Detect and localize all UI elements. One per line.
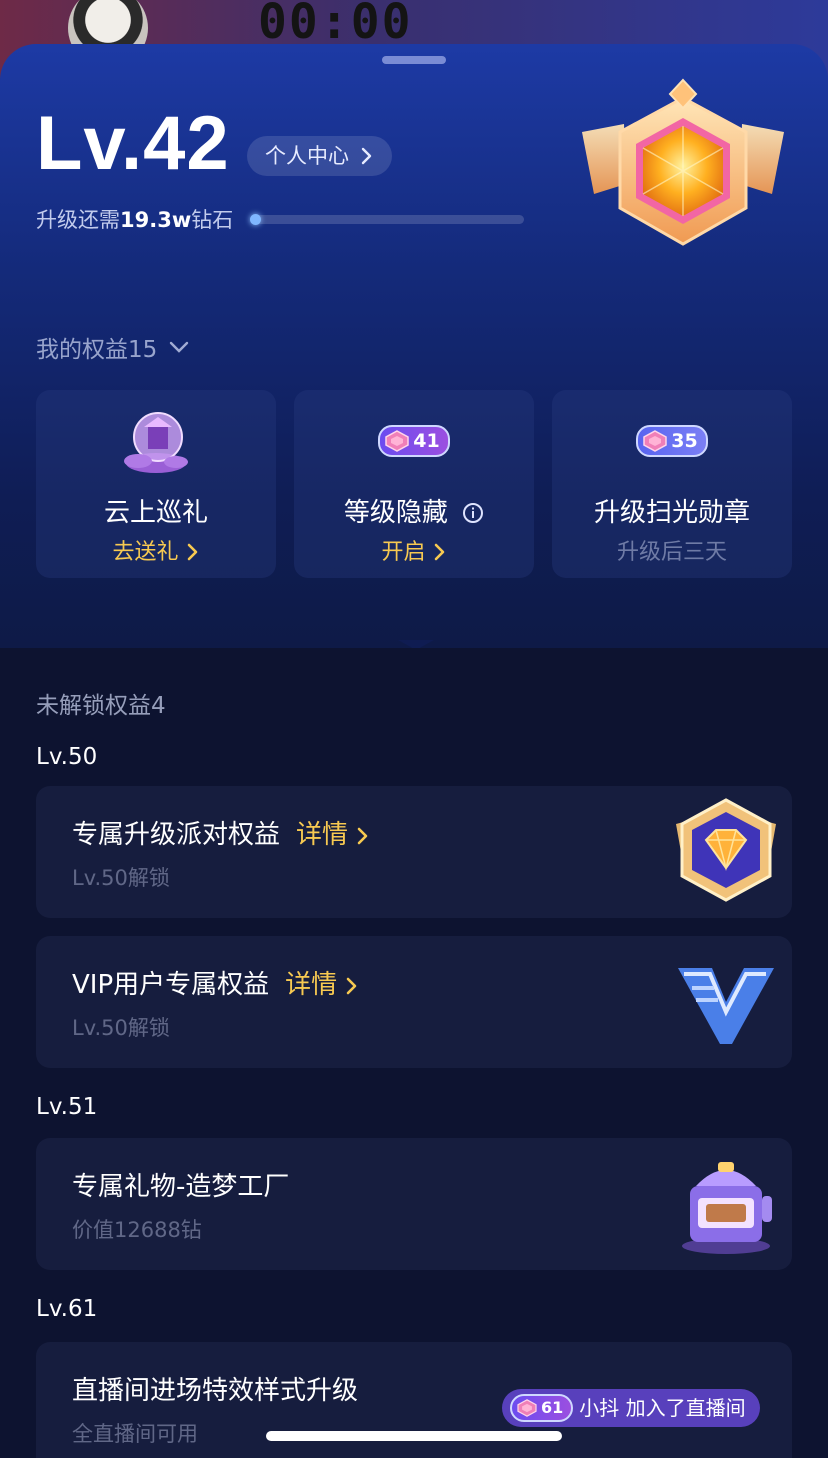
unlock-requirement: Lv.50解锁 — [72, 1016, 170, 1040]
benefit-title-text: 等级隐藏 — [343, 498, 448, 528]
locked-benefits-label: 未解锁权益4 — [36, 693, 166, 719]
personal-center-label: 个人中心 — [265, 144, 349, 168]
level-pill-number: 35 — [671, 430, 698, 452]
details-label: 详情 — [296, 820, 349, 850]
level-group-heading: Lv.51 — [36, 1094, 98, 1120]
live-timer: 00:00 — [258, 0, 413, 50]
benefit-duration: 升级后三天 — [616, 540, 727, 565]
gift-value: 价值12688钻 — [72, 1218, 202, 1242]
details-link[interactable]: 详情 — [296, 820, 370, 850]
send-gift-link[interactable]: 去送礼 — [36, 534, 276, 566]
diamond-badge-icon — [676, 798, 776, 902]
join-notification-toast: 61 小抖 加入了直播间 — [502, 1389, 760, 1427]
benefit-card-cloud-tour[interactable]: 云上巡礼 去送礼 — [36, 390, 276, 578]
level-progress-fill — [250, 214, 261, 225]
locked-benefit-vip[interactable]: VIP用户专属权益 详情 Lv.50解锁 — [36, 936, 792, 1068]
level-badge-icon — [582, 78, 784, 246]
level-pill-35: 35 — [636, 425, 708, 457]
current-level: Lv.42 — [36, 101, 230, 186]
chevron-down-icon — [169, 341, 188, 353]
level-progress-bar — [250, 214, 524, 225]
benefit-action-label: 去送礼 — [112, 540, 179, 565]
level-group-heading: Lv.50 — [36, 744, 98, 770]
benefit-card-shine-medal[interactable]: 35 升级扫光勋章 升级后三天 — [552, 390, 792, 578]
locked-benefit-title: 专属礼物-造梦工厂 — [72, 1172, 290, 1202]
gem-icon — [517, 1399, 537, 1417]
locked-benefit-title: VIP用户专属权益 详情 — [72, 964, 359, 1001]
chevron-right-icon — [187, 543, 197, 561]
details-label: 详情 — [285, 970, 338, 1000]
locked-benefits-section: 未解锁权益4 Lv.50 专属升级派对权益 详情 Lv.50解锁 VIP用户专属… — [0, 648, 828, 1458]
join-message: 小抖 加入了直播间 — [579, 1396, 746, 1420]
locked-benefit-party[interactable]: 专属升级派对权益 详情 Lv.50解锁 — [36, 786, 792, 918]
locked-benefit-title-text: 专属升级派对权益 — [72, 820, 281, 850]
details-link[interactable]: 详情 — [285, 970, 359, 1000]
upgrade-amount: 19.3w — [120, 208, 192, 232]
enable-hide-level-link[interactable]: 开启 — [294, 534, 534, 566]
benefit-title: 等级隐藏 — [294, 492, 534, 529]
chevron-right-icon — [347, 977, 357, 995]
vip-v-icon — [678, 968, 774, 1044]
locked-benefit-dream-factory[interactable]: 专属礼物-造梦工厂 价值12688钻 — [36, 1138, 792, 1270]
viewer-level-pill: 61 — [510, 1394, 574, 1422]
sheet-drag-handle[interactable] — [382, 56, 446, 64]
availability-note: 全直播间可用 — [72, 1422, 198, 1446]
unlock-requirement: Lv.50解锁 — [72, 866, 170, 890]
locked-benefit-title: 直播间进场特效样式升级 — [72, 1376, 359, 1406]
locked-benefit-title-text: VIP用户专属权益 — [72, 970, 270, 1000]
benefit-title: 升级扫光勋章 — [593, 498, 750, 528]
level-group-heading: Lv.61 — [36, 1296, 98, 1322]
home-indicator[interactable] — [266, 1431, 562, 1441]
upgrade-prefix: 升级还需 — [36, 208, 120, 232]
upgrade-suffix: 钻石 — [191, 208, 234, 232]
level-pill-container: 41 — [294, 408, 534, 474]
gem-icon — [385, 430, 410, 452]
chevron-right-icon — [361, 147, 371, 165]
benefit-action-label: 开启 — [381, 540, 426, 565]
my-benefits-label: 我的权益15 — [36, 337, 158, 363]
personal-center-button[interactable]: 个人中心 — [247, 136, 392, 176]
screen: 00:00 Lv.42 个人中心 升级还需19.3w钻石 我的权益15 云上巡礼… — [0, 0, 828, 1458]
upgrade-requirement: 升级还需19.3w钻石 — [36, 204, 233, 234]
level-pill-container: 35 — [552, 408, 792, 474]
info-icon[interactable] — [462, 502, 484, 524]
level-sheet: Lv.42 个人中心 升级还需19.3w钻石 我的权益15 云上巡礼 去送礼 4… — [0, 44, 828, 1458]
benefit-title: 云上巡礼 — [103, 498, 208, 528]
my-benefits-toggle[interactable]: 我的权益15 — [36, 330, 189, 364]
locked-benefit-title: 专属升级派对权益 详情 — [72, 814, 370, 851]
dream-factory-icon — [682, 1162, 772, 1254]
cloud-palace-icon — [36, 408, 276, 474]
chevron-right-icon — [434, 543, 444, 561]
level-pill-41: 41 — [378, 425, 450, 457]
level-pill-number: 41 — [413, 430, 440, 452]
viewer-level-number: 61 — [541, 1398, 564, 1417]
benefit-card-hide-level[interactable]: 41 等级隐藏 开启 — [294, 390, 534, 578]
chevron-right-icon — [357, 827, 368, 845]
gem-icon — [643, 430, 668, 452]
